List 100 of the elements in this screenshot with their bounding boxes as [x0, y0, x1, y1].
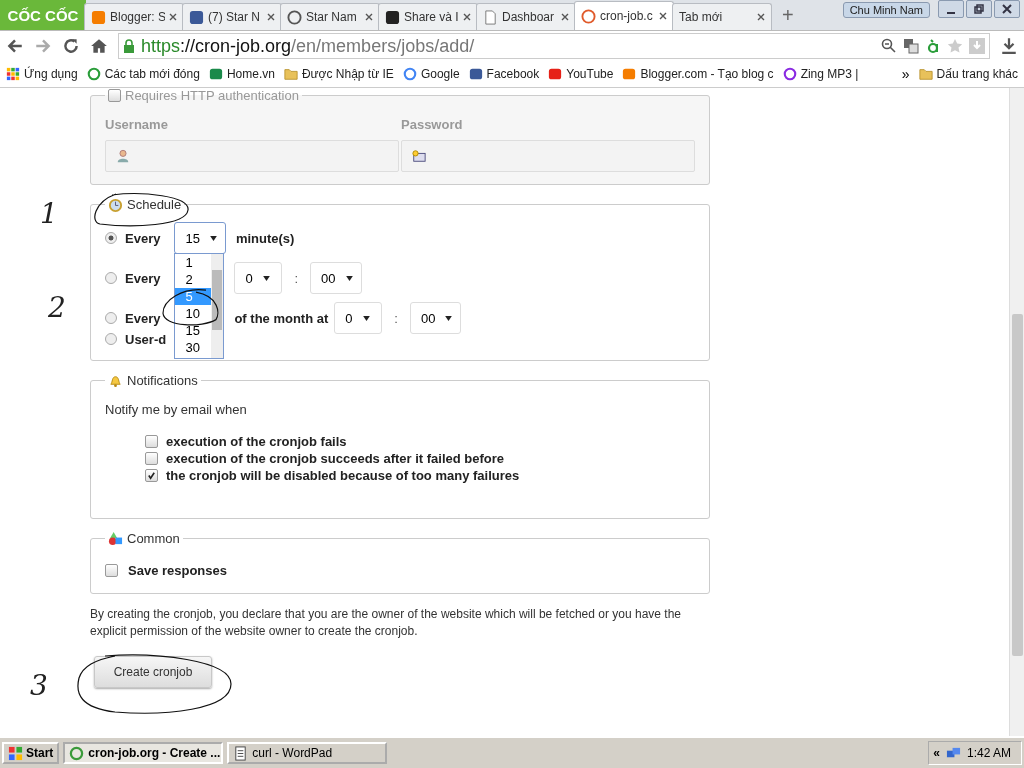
start-button[interactable]: Start — [2, 742, 60, 764]
option-label: of the month at — [234, 310, 329, 326]
minute-select[interactable]: 15 — [174, 222, 226, 254]
bookmark-link[interactable]: Các tab mới đóng — [86, 67, 200, 81]
legend-label: Common — [127, 531, 180, 546]
dropdown-option[interactable]: 2 — [175, 271, 212, 288]
browser-tab[interactable]: Dashboar — [476, 3, 576, 30]
checkbox-label: execution of the cronjob succeeds after it failed before — [166, 451, 505, 466]
site-icon — [385, 9, 400, 25]
close-tab-icon[interactable] — [267, 13, 275, 21]
legend-label: Notifications — [127, 373, 198, 388]
site-icon — [548, 67, 563, 81]
back-icon[interactable] — [6, 37, 24, 55]
browser-tab[interactable]: Tab mới — [672, 3, 772, 30]
handwritten-number: 2 — [48, 294, 66, 322]
handwritten-number: 1 — [40, 200, 58, 228]
close-tab-icon[interactable] — [659, 12, 667, 20]
close-tab-icon[interactable] — [463, 13, 471, 21]
browser-tab[interactable]: (7) Star N — [182, 3, 282, 30]
option-label: User-d — [125, 331, 167, 347]
star-icon[interactable] — [947, 38, 963, 54]
bookmark-link[interactable]: Facebook — [468, 67, 540, 81]
dropdown-option[interactable]: 30 — [175, 339, 212, 356]
zoom-icon[interactable] — [881, 38, 897, 54]
taskbar-button[interactable]: curl - WordPad — [227, 742, 388, 764]
key-card-icon — [412, 149, 426, 163]
lock-icon — [123, 39, 135, 53]
checkbox[interactable] — [145, 435, 158, 448]
browser-tab[interactable]: cron-job.c — [574, 1, 674, 30]
input-field[interactable] — [401, 140, 695, 172]
site-icon — [189, 9, 204, 25]
radio-button[interactable] — [105, 312, 117, 324]
hour-select[interactable]: 0 — [334, 302, 383, 334]
scrollbar[interactable] — [1009, 88, 1024, 736]
browser-tab[interactable]: Star Nam — [280, 3, 380, 30]
close-tab-icon[interactable] — [757, 13, 765, 21]
browser-tab[interactable]: Blogger: S — [84, 3, 184, 30]
caret-icon — [445, 315, 453, 321]
caret-icon — [345, 275, 353, 281]
checkbox[interactable] — [108, 89, 121, 102]
vietnamese-input-icon[interactable] — [925, 38, 941, 54]
download-icon[interactable] — [1000, 37, 1018, 55]
time-separator: : — [294, 270, 299, 286]
caret-icon — [262, 275, 270, 281]
option-label: Every — [125, 270, 161, 286]
reload-icon[interactable] — [62, 37, 80, 55]
dropdown-option[interactable]: 1 — [175, 254, 212, 271]
close-tab-icon[interactable] — [561, 13, 569, 21]
windows-logo-icon — [8, 745, 23, 761]
address-field[interactable]: https://cron-job.org/en/members/jobs/add/ — [118, 33, 990, 59]
create-cronjob-button[interactable]: Create cronjob — [94, 656, 212, 688]
bookmark-link[interactable]: Google — [402, 67, 460, 81]
option-label: Every — [125, 310, 161, 326]
dropdown-option[interactable]: 10 — [175, 305, 212, 322]
site-icon — [468, 67, 483, 81]
caret-icon — [209, 235, 217, 241]
bookmark-link[interactable]: Blogger.com - Tạo blog c — [622, 67, 774, 81]
option-label: Every — [125, 230, 161, 246]
site-icon — [287, 9, 302, 25]
checkbox[interactable] — [145, 452, 158, 465]
scrollbar[interactable] — [211, 254, 224, 358]
dropdown-option[interactable]: 15 — [175, 322, 212, 339]
show-hidden-icons-button[interactable]: « — [933, 746, 940, 760]
radio-button[interactable] — [105, 232, 117, 244]
bookmark-link[interactable]: YouTube — [548, 67, 614, 81]
browser-tab[interactable]: Share và I — [378, 3, 478, 30]
more-bookmarks-button[interactable]: » — [901, 66, 910, 82]
restore-button[interactable] — [966, 0, 992, 18]
site-icon — [86, 67, 101, 81]
bookmark-link[interactable]: Home.vn — [208, 67, 275, 81]
minute-select[interactable]: 00 — [409, 302, 462, 334]
translate-icon[interactable] — [903, 38, 919, 54]
user-icon — [116, 149, 130, 163]
page-icon — [483, 9, 498, 25]
site-icon — [208, 67, 223, 81]
radio-button[interactable] — [105, 272, 117, 284]
taskbar-button[interactable]: cron-job.org - Create ... — [63, 742, 224, 764]
bookmark-link[interactable]: Zing MP3 | — [782, 67, 859, 81]
hour-select[interactable]: 0 — [234, 262, 283, 294]
minute-select[interactable]: 00 — [310, 262, 362, 294]
alarm-clock-icon — [108, 197, 123, 212]
close-button[interactable] — [994, 0, 1020, 18]
new-tab-button[interactable]: + — [772, 4, 804, 30]
bookmark-link[interactable]: Ứng dụng — [6, 67, 78, 81]
field-label: Password — [401, 117, 464, 132]
bookmark-link[interactable]: Được Nhập từ IE — [283, 67, 394, 81]
checkbox-label: the cronjob will be disabled because of too many failures — [166, 468, 520, 483]
bookmark-folder[interactable]: Dấu trang khác — [918, 67, 1018, 81]
intro-text: Notify me by email when — [105, 402, 248, 417]
input-field[interactable] — [105, 140, 399, 172]
close-tab-icon[interactable] — [365, 13, 373, 21]
radio-button[interactable] — [105, 333, 117, 345]
user-badge[interactable]: Chu Minh Nam — [842, 2, 930, 18]
checkbox[interactable] — [105, 564, 118, 577]
browser-icon — [69, 745, 85, 761]
close-tab-icon[interactable] — [169, 13, 177, 21]
home-icon[interactable] — [90, 37, 108, 55]
minimize-button[interactable] — [938, 0, 964, 18]
checkbox[interactable] — [145, 469, 158, 482]
time-separator: : — [394, 310, 398, 326]
